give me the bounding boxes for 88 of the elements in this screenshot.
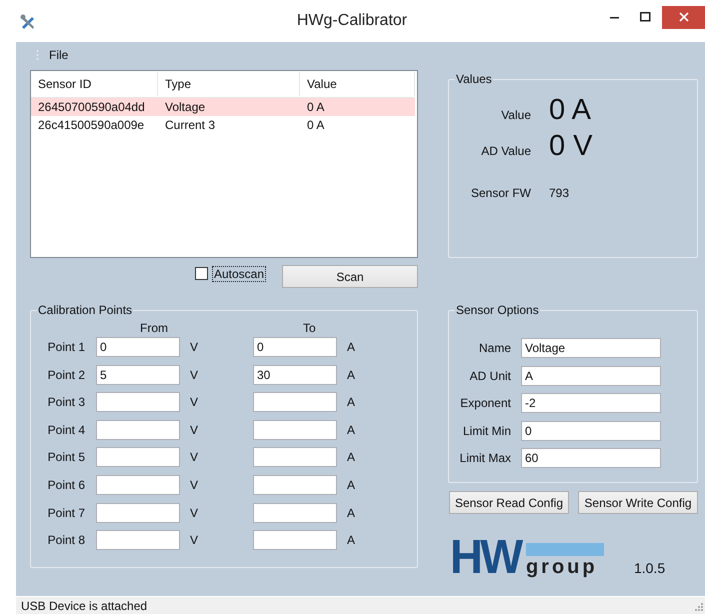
to-field[interactable]: 0 (253, 337, 337, 357)
unit-label: V (189, 450, 200, 464)
close-button[interactable] (662, 6, 705, 28)
unit-label: A (346, 533, 356, 548)
point-label: Point 1 (46, 340, 86, 354)
column-header: To (302, 321, 317, 335)
to-field[interactable] (253, 392, 337, 412)
panel-title: Sensor Options (455, 303, 540, 317)
from-field[interactable] (96, 502, 180, 523)
field-label: Exponent (459, 396, 511, 410)
unit-label: A (346, 368, 356, 382)
unit-label: V (189, 533, 200, 548)
unit-label: A (346, 450, 356, 464)
tools-icon (19, 12, 36, 30)
unit-label: A (346, 395, 356, 410)
column-header[interactable]: Sensor ID (31, 72, 158, 96)
point-label: Point 7 (46, 506, 86, 520)
to-field[interactable] (253, 530, 337, 550)
version-label: 1.0.5 (634, 560, 666, 576)
status-text: USB Device is attached (21, 599, 148, 613)
firmware-value: 793 (549, 186, 570, 200)
value-label: AD Value (480, 144, 531, 158)
from-field[interactable]: 5 (96, 364, 180, 385)
column-header[interactable]: Value (300, 72, 415, 96)
to-field[interactable]: 30 (253, 364, 337, 385)
logo-word: group (526, 556, 599, 578)
from-field[interactable] (96, 530, 180, 550)
logo-mark: HW (450, 538, 520, 578)
to-field[interactable] (253, 502, 337, 523)
list-cell-text: 26c41500590a009e (37, 118, 146, 132)
option-field[interactable]: A (521, 366, 661, 386)
value-reading: 0 A (549, 93, 592, 128)
panel-title: Calibration Points (37, 303, 134, 317)
file-menu[interactable]: File (49, 48, 68, 62)
list-cell-text: 0 A (306, 100, 326, 114)
list-row[interactable]: 26c41500590a009e Current 3 0 A (31, 116, 415, 134)
value-label: Value (500, 108, 531, 122)
firmware-label: Sensor FW (470, 186, 531, 200)
to-field[interactable] (253, 420, 337, 440)
from-field[interactable] (96, 447, 180, 468)
unit-label: V (189, 422, 200, 437)
config-button[interactable]: Sensor Read Config (449, 491, 569, 514)
autoscan-checkbox[interactable] (194, 267, 208, 280)
list-cell-text: Current 3 (164, 118, 216, 132)
unit-label: A (346, 478, 356, 492)
list-cell-text: 0 A (306, 118, 326, 132)
field-label: AD Unit (468, 368, 511, 382)
from-field[interactable] (96, 420, 180, 440)
unit-label: A (346, 422, 356, 437)
to-field[interactable] (253, 474, 337, 495)
point-label: Point 3 (46, 395, 86, 410)
from-field[interactable] (96, 474, 180, 495)
option-field[interactable]: -2 (521, 393, 661, 413)
from-field[interactable] (96, 392, 180, 412)
list-row[interactable]: 26450700590a04dd Voltage 0 A (31, 98, 415, 116)
option-field[interactable]: 60 (521, 448, 661, 468)
unit-label: V (189, 368, 200, 382)
unit-label: V (189, 340, 200, 354)
maximize-icon (640, 12, 650, 22)
config-button[interactable]: Sensor Write Config (578, 491, 698, 514)
point-label: Point 5 (46, 450, 86, 464)
field-label: Limit Min (462, 424, 511, 438)
close-icon (678, 12, 688, 22)
field-label: Limit Max (458, 451, 511, 465)
point-label: Point 8 (46, 533, 86, 548)
option-field[interactable]: 0 (521, 420, 661, 440)
panel-title: Values (455, 72, 493, 86)
from-field[interactable]: 0 (96, 337, 180, 357)
unit-label: A (346, 340, 356, 354)
unit-label: V (189, 478, 200, 492)
point-label: Point 2 (46, 368, 86, 382)
scan-button[interactable]: Scan (282, 265, 418, 288)
option-field[interactable]: Voltage (521, 338, 661, 358)
to-field[interactable] (253, 447, 337, 468)
value-reading: 0 V (549, 129, 594, 164)
window-title: HWg-Calibrator (296, 12, 408, 30)
list-cell-text: Voltage (164, 100, 206, 114)
field-label: Name (478, 341, 511, 355)
unit-label: A (346, 506, 356, 520)
resize-grip-icon[interactable] (693, 601, 703, 611)
column-header: From (139, 321, 169, 335)
point-label: Point 4 (46, 422, 86, 437)
list-cell-text: 26450700590a04dd (37, 100, 146, 114)
unit-label: V (189, 395, 200, 410)
column-header[interactable]: Type (158, 72, 300, 96)
unit-label: V (189, 506, 200, 520)
point-label: Point 6 (46, 478, 86, 492)
autoscan-label[interactable]: Autoscan (212, 266, 266, 282)
